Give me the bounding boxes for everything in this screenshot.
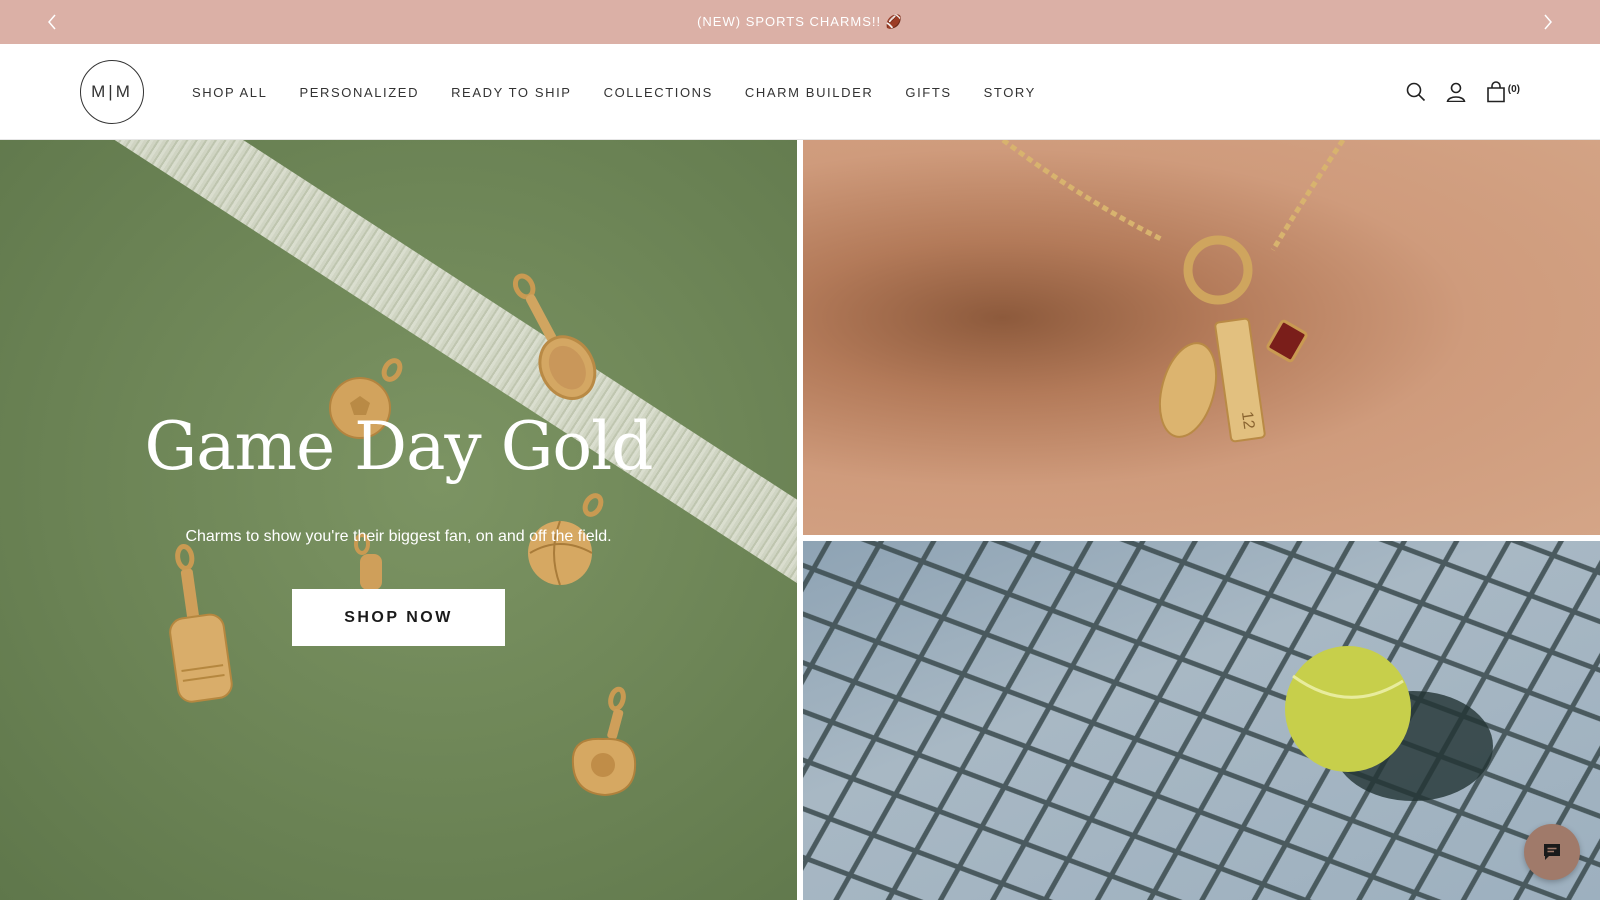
cart-count[interactable]: (0) xyxy=(1508,84,1520,95)
header-actions: (0) xyxy=(1396,44,1520,140)
chevron-right-icon xyxy=(1544,14,1552,30)
nav-personalized[interactable]: PERSONALIZED xyxy=(299,85,419,100)
hero-title: Game Day Gold xyxy=(144,408,653,485)
search-icon xyxy=(1406,82,1425,102)
nav-charm-builder[interactable]: CHARM BUILDER xyxy=(745,85,873,100)
announcement-text[interactable]: (NEW) SPORTS CHARMS!! 🏈 xyxy=(697,14,903,30)
necklace-charms-illustration: 12 xyxy=(1001,140,1346,443)
account-icon xyxy=(1446,82,1466,102)
announcement-prev-button[interactable] xyxy=(32,0,72,44)
hero-subtitle: Charms to show you're their biggest fan,… xyxy=(185,528,612,545)
nav-ready-to-ship[interactable]: READY TO SHIP xyxy=(451,85,572,100)
announcement-bar: (NEW) SPORTS CHARMS!! 🏈 xyxy=(0,0,1600,44)
site-header: M|M SHOP ALL PERSONALIZED READY TO SHIP … xyxy=(0,44,1600,140)
announcement-next-button[interactable] xyxy=(1528,0,1568,44)
account-button[interactable] xyxy=(1436,72,1476,112)
tennis-net-ball-illustration xyxy=(803,541,1600,900)
nav-collections[interactable]: COLLECTIONS xyxy=(604,85,713,100)
cart-icon xyxy=(1486,81,1505,103)
hero-image-tennis-ball[interactable] xyxy=(803,541,1600,900)
hero-image-necklace[interactable]: 12 xyxy=(803,140,1600,535)
main-nav: SHOP ALL PERSONALIZED READY TO SHIP COLL… xyxy=(192,44,1068,140)
chevron-left-icon xyxy=(48,14,56,30)
shop-now-button[interactable]: SHOP NOW xyxy=(292,589,505,646)
nav-gifts[interactable]: GIFTS xyxy=(905,85,951,100)
chat-button[interactable] xyxy=(1524,824,1580,880)
chat-icon xyxy=(1544,844,1560,860)
hero-content: Game Day Gold Charms to show you're thei… xyxy=(0,140,797,900)
nav-story[interactable]: STORY xyxy=(984,85,1036,100)
search-button[interactable] xyxy=(1396,72,1436,112)
necklace-tag-number: 12 xyxy=(1238,410,1257,430)
logo-text: M|M xyxy=(91,82,133,101)
nav-shop-all[interactable]: SHOP ALL xyxy=(192,85,267,100)
brand-logo[interactable]: M|M xyxy=(80,60,144,124)
